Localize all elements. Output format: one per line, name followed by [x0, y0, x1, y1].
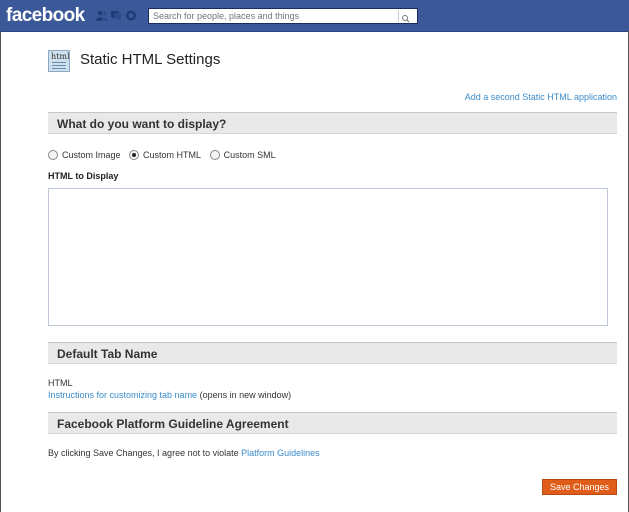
- tab-name-instructions-suffix: (opens in new window): [197, 390, 292, 400]
- display-section-title: What do you want to display?: [57, 117, 227, 131]
- radio-custom-sml-icon[interactable]: [209, 150, 220, 160]
- tab-name-instructions-link[interactable]: Instructions for customizing tab name: [48, 390, 197, 400]
- radio-custom-image[interactable]: Custom Image: [48, 150, 121, 160]
- radio-custom-image-label: Custom Image: [62, 150, 121, 160]
- agreement-section-title: Facebook Platform Guideline Agreement: [57, 417, 289, 431]
- tab-name-instructions: Instructions for customizing tab name (o…: [48, 390, 291, 400]
- agreement-text-body: By clicking Save Changes, I agree not to…: [48, 448, 242, 458]
- tab-name-section-title: Default Tab Name: [57, 347, 158, 361]
- add-second-app-link[interactable]: Add a second Static HTML application: [465, 92, 617, 102]
- messages-icon[interactable]: [110, 10, 122, 21]
- search-icon[interactable]: [398, 10, 413, 23]
- tab-name-section-header: Default Tab Name: [48, 342, 617, 364]
- agreement-text: By clicking Save Changes, I agree not to…: [48, 448, 320, 458]
- facebook-logo[interactable]: facebook: [6, 5, 85, 27]
- html-to-display-label: HTML to Display: [48, 171, 119, 181]
- radio-custom-html[interactable]: Custom HTML: [129, 150, 201, 160]
- html-textarea[interactable]: [48, 188, 608, 326]
- radio-custom-sml[interactable]: Custom SML: [209, 150, 276, 160]
- radio-custom-sml-label: Custom SML: [223, 150, 276, 160]
- search-input[interactable]: [153, 10, 393, 22]
- page-title: Static HTML Settings: [80, 51, 221, 68]
- radio-custom-html-label: Custom HTML: [143, 150, 202, 160]
- radio-custom-image-icon[interactable]: [48, 150, 58, 160]
- radio-custom-html-icon[interactable]: [129, 150, 140, 160]
- app-icon-lines: [52, 62, 66, 70]
- app-icon: html: [48, 50, 70, 72]
- save-changes-button[interactable]: Save Changes: [542, 479, 617, 495]
- top-bar: facebook: [0, 0, 629, 32]
- app-icon-glyph: html: [51, 52, 70, 61]
- tab-name-value: HTML: [48, 378, 73, 388]
- agreement-section-header: Facebook Platform Guideline Agreement: [48, 412, 617, 434]
- display-type-radio-group: Custom Image Custom HTML Custom SML: [48, 150, 282, 162]
- platform-guidelines-link[interactable]: Platform Guidelines: [241, 448, 320, 458]
- search-box[interactable]: [148, 8, 418, 24]
- display-section-header: What do you want to display?: [48, 112, 617, 134]
- notifications-icon[interactable]: [125, 10, 137, 21]
- friend-requests-icon[interactable]: [96, 10, 108, 21]
